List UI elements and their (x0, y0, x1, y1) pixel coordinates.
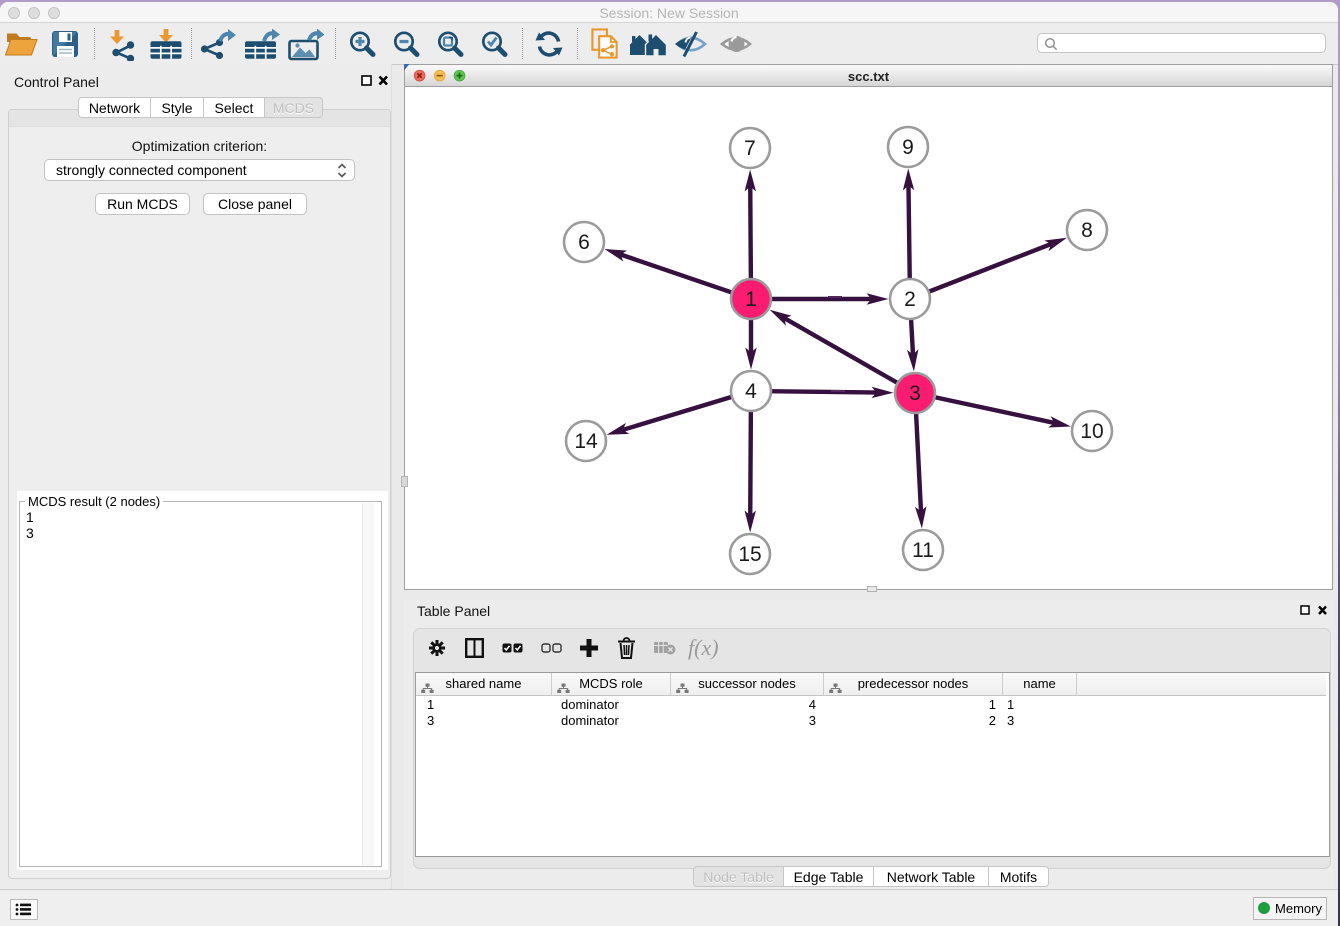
svg-text:15: 15 (738, 543, 761, 566)
svg-text:2: 2 (904, 288, 916, 311)
svg-text:3: 3 (909, 382, 921, 405)
svg-text:6: 6 (578, 231, 590, 254)
svg-text:14: 14 (574, 430, 598, 453)
svg-text:9: 9 (902, 136, 914, 159)
svg-text:4: 4 (745, 380, 757, 403)
svg-text:10: 10 (1080, 420, 1103, 443)
svg-text:7: 7 (744, 137, 756, 160)
svg-text:8: 8 (1081, 219, 1093, 242)
svg-text:11: 11 (912, 539, 934, 562)
svg-text:1: 1 (745, 288, 757, 311)
